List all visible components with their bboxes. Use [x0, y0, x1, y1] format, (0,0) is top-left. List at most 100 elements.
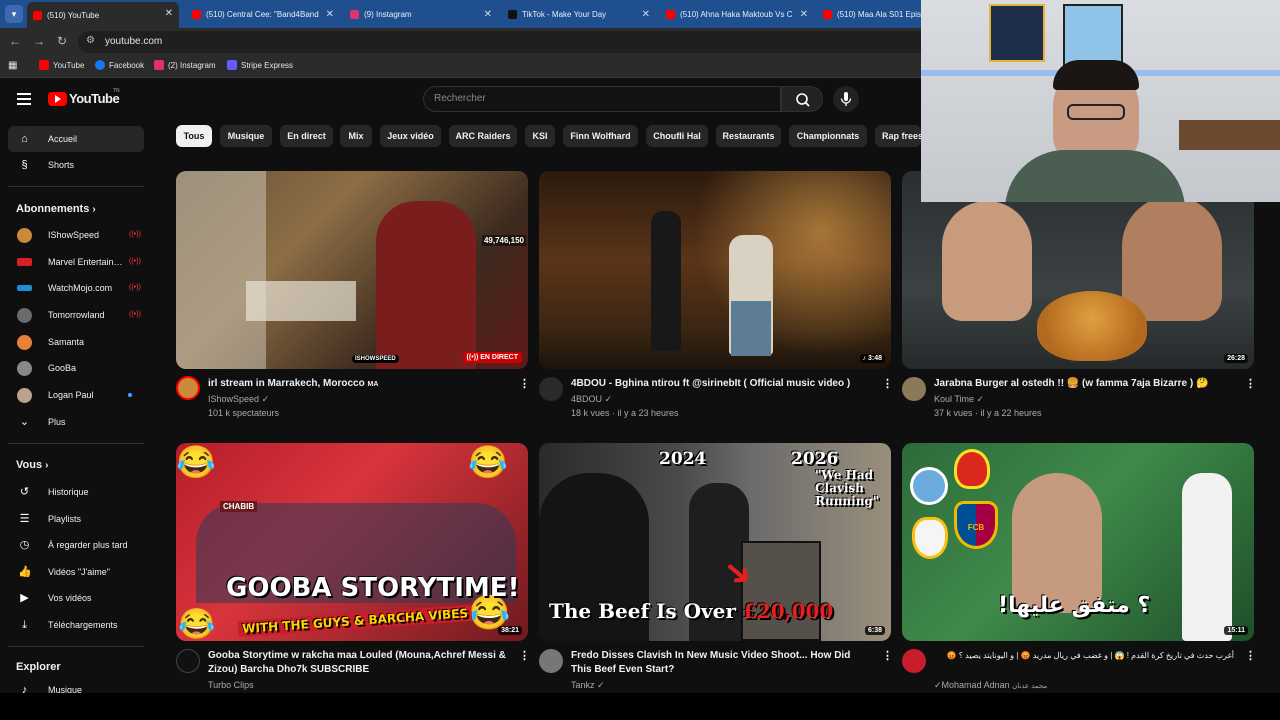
- subscriptions-heading[interactable]: Abonnements ›: [16, 203, 96, 215]
- youtube-logo-icon[interactable]: [48, 92, 67, 106]
- bookmark-facebook[interactable]: Facebook: [95, 60, 144, 70]
- video-title[interactable]: 4BDOU - Bghina ntirou ft @sirinebIt ( Of…: [571, 377, 871, 391]
- channel-name[interactable]: Koul Time ✓: [934, 392, 984, 406]
- video-title[interactable]: Jarabna Burger al ostedh !! 🍔 (w famma 7…: [934, 377, 1234, 391]
- chip-championships[interactable]: Championnats: [789, 125, 867, 147]
- channel-name[interactable]: IShowSpeed ✓: [208, 392, 269, 406]
- thumbnail-shape: [1122, 196, 1222, 321]
- channel-name-text: Mohamad Adnan: [941, 680, 1010, 690]
- channel-name-text: Koul Time: [934, 394, 975, 404]
- channel-avatar[interactable]: [902, 377, 926, 401]
- chip-video-games[interactable]: Jeux vidéo: [380, 125, 441, 147]
- browser-tab[interactable]: (510) Maa Ala S01 Epis: [817, 3, 921, 25]
- more-options-icon[interactable]: ⋮: [1245, 649, 1256, 663]
- channel-avatar[interactable]: [902, 649, 926, 673]
- video-thumbnail[interactable]: ♪ 3:48: [539, 171, 891, 369]
- channel-name[interactable]: Turbo Clips: [208, 678, 254, 692]
- duration-badge: 26:28: [1224, 354, 1248, 363]
- more-options-icon[interactable]: ⋮: [519, 649, 530, 663]
- sidebar-item-home[interactable]: ⌂ Accueil: [8, 126, 144, 152]
- close-icon[interactable]: ✕: [800, 9, 808, 20]
- url-text[interactable]: youtube.com: [105, 36, 162, 47]
- chip-all[interactable]: Tous: [176, 125, 212, 147]
- video-thumbnail[interactable]: 49,746,150 ISHOWSPEED ((•)) EN DIRECT: [176, 171, 528, 369]
- sidebar-item-playlists[interactable]: ☰ Playlists: [8, 506, 144, 532]
- chip-live[interactable]: En direct: [280, 125, 333, 147]
- chip-rap-freestyle[interactable]: Rap frees: [875, 125, 921, 147]
- sidebar-item-watchmojo[interactable]: WatchMojo.com ((•)): [8, 275, 144, 301]
- tab-label: (510) Maa Ala S01 Epis: [837, 9, 921, 19]
- wall-poster: [989, 4, 1045, 62]
- sidebar-item-watch-later[interactable]: ◷ À regarder plus tard: [8, 532, 144, 558]
- sidebar-item-marvel[interactable]: Marvel Entertain… ((•)): [8, 249, 144, 275]
- sidebar-item-liked-videos[interactable]: 👍 Vidéos "J'aime": [8, 559, 144, 585]
- chip-mix[interactable]: Mix: [340, 125, 372, 147]
- channel-name[interactable]: ✓Mohamad Adnan محمد عدنان: [934, 678, 1047, 694]
- browser-tab[interactable]: (9) Instagram ✕: [344, 3, 498, 25]
- sidebar-item-samanta[interactable]: Samanta: [8, 329, 144, 355]
- video-thumbnail[interactable]: 😂 😂 😂 😂 CHABIB GOOBA STORYTIME! WITH THE…: [176, 443, 528, 641]
- sidebar-item-gooba[interactable]: GooBa: [8, 355, 144, 381]
- browser-tab[interactable]: TikTok - Make Your Day ✕: [502, 3, 656, 25]
- chip-ksi[interactable]: KSI: [525, 125, 555, 147]
- sidebar-item-more[interactable]: ⌄ Plus: [8, 409, 144, 435]
- chip-music[interactable]: Musique: [220, 125, 272, 147]
- sidebar-item-ishowspeed[interactable]: IShowSpeed ((•)): [8, 222, 144, 248]
- search-button[interactable]: [781, 86, 823, 112]
- more-options-icon[interactable]: ⋮: [882, 649, 893, 663]
- more-options-icon[interactable]: ⋮: [882, 377, 893, 391]
- sidebar-item-history[interactable]: ↺ Historique: [8, 479, 144, 505]
- browser-tab[interactable]: (510) Ahna Haka Maktoub Vs C ✕: [660, 3, 814, 25]
- sidebar-item-your-videos[interactable]: ▶ Vos vidéos: [8, 585, 144, 611]
- back-icon[interactable]: ←: [9, 34, 21, 48]
- channel-avatar[interactable]: [176, 649, 200, 673]
- video-title[interactable]: Gooba Storytime w rakcha maa Louled (Mou…: [208, 649, 508, 677]
- channel-name[interactable]: 4BDOU ✓: [571, 392, 612, 406]
- channel-avatar[interactable]: [539, 377, 563, 401]
- browser-tab-youtube[interactable]: (510) YouTube ✕: [27, 2, 179, 28]
- sidebar-item-tomorrowland[interactable]: Tomorrowland ((•)): [8, 302, 144, 328]
- video-thumbnail[interactable]: FCB !؟ متفق عليها 15:11: [902, 443, 1254, 641]
- more-options-icon[interactable]: ⋮: [519, 377, 530, 391]
- screen-bottom-bar: [0, 693, 1280, 720]
- video-thumbnail[interactable]: 2024 2026 "We Had Clavish Running" ➜ The…: [539, 443, 891, 641]
- chip-choufli-hal[interactable]: Choufli Hal: [646, 125, 708, 147]
- video-title[interactable]: Fredo Disses Clavish In New Music Video …: [571, 649, 871, 677]
- close-icon[interactable]: ✕: [484, 9, 492, 20]
- you-heading[interactable]: Vous ›: [16, 459, 48, 471]
- close-icon[interactable]: ✕: [165, 8, 173, 19]
- thumbnail-headline: GOOBA STORYTIME!: [226, 573, 520, 603]
- menu-icon[interactable]: [17, 93, 31, 105]
- chip-restaurants[interactable]: Restaurants: [716, 125, 781, 147]
- youtube-logo-text[interactable]: YouTube: [69, 91, 120, 106]
- video-title[interactable]: irl stream in Marrakech, Morocco MA: [208, 377, 508, 392]
- browser-tab[interactable]: (510) Central Cee: "Band4Band ✕: [186, 3, 340, 25]
- forward-icon[interactable]: →: [33, 34, 45, 48]
- tab-label: (510) YouTube: [47, 10, 100, 20]
- thumbnail-headline: The Beef Is Over £20,000: [549, 599, 833, 623]
- glasses-shape: [1067, 104, 1125, 120]
- bookmark-youtube[interactable]: YouTube: [39, 60, 84, 70]
- bookmark-instagram[interactable]: (2) Instagram: [154, 60, 216, 70]
- tab-search-button[interactable]: ▾: [5, 5, 23, 23]
- video-title[interactable]: أغرب حدث في تاريخ كرة القدم ! 😱 | و غضب …: [934, 649, 1234, 663]
- chip-finn-wolfhard[interactable]: Finn Wolfhard: [563, 125, 638, 147]
- reload-icon[interactable]: ↻: [57, 34, 67, 48]
- apps-icon[interactable]: ▦: [8, 60, 17, 71]
- sidebar-item-downloads[interactable]: ⤓ Téléchargements: [8, 612, 144, 638]
- sidebar-item-shorts[interactable]: § Shorts: [8, 152, 144, 178]
- address-bar[interactable]: [78, 31, 928, 53]
- close-icon[interactable]: ✕: [642, 9, 650, 20]
- channel-avatar[interactable]: [176, 376, 200, 400]
- more-options-icon[interactable]: ⋮: [1245, 377, 1256, 391]
- voice-search-button[interactable]: [833, 86, 859, 112]
- sidebar-item-logan-paul[interactable]: Logan Paul: [8, 382, 144, 408]
- chip-arc-raiders[interactable]: ARC Raiders: [449, 125, 517, 147]
- channel-avatar[interactable]: [539, 649, 563, 673]
- close-icon[interactable]: ✕: [326, 9, 334, 20]
- channel-name[interactable]: Tankz ✓: [571, 678, 605, 692]
- site-info-icon[interactable]: ⚙: [86, 35, 95, 46]
- search-input[interactable]: Rechercher: [434, 93, 486, 104]
- bookmark-stripe[interactable]: Stripe Express: [227, 60, 293, 70]
- tab-label: TikTok - Make Your Day: [522, 9, 607, 19]
